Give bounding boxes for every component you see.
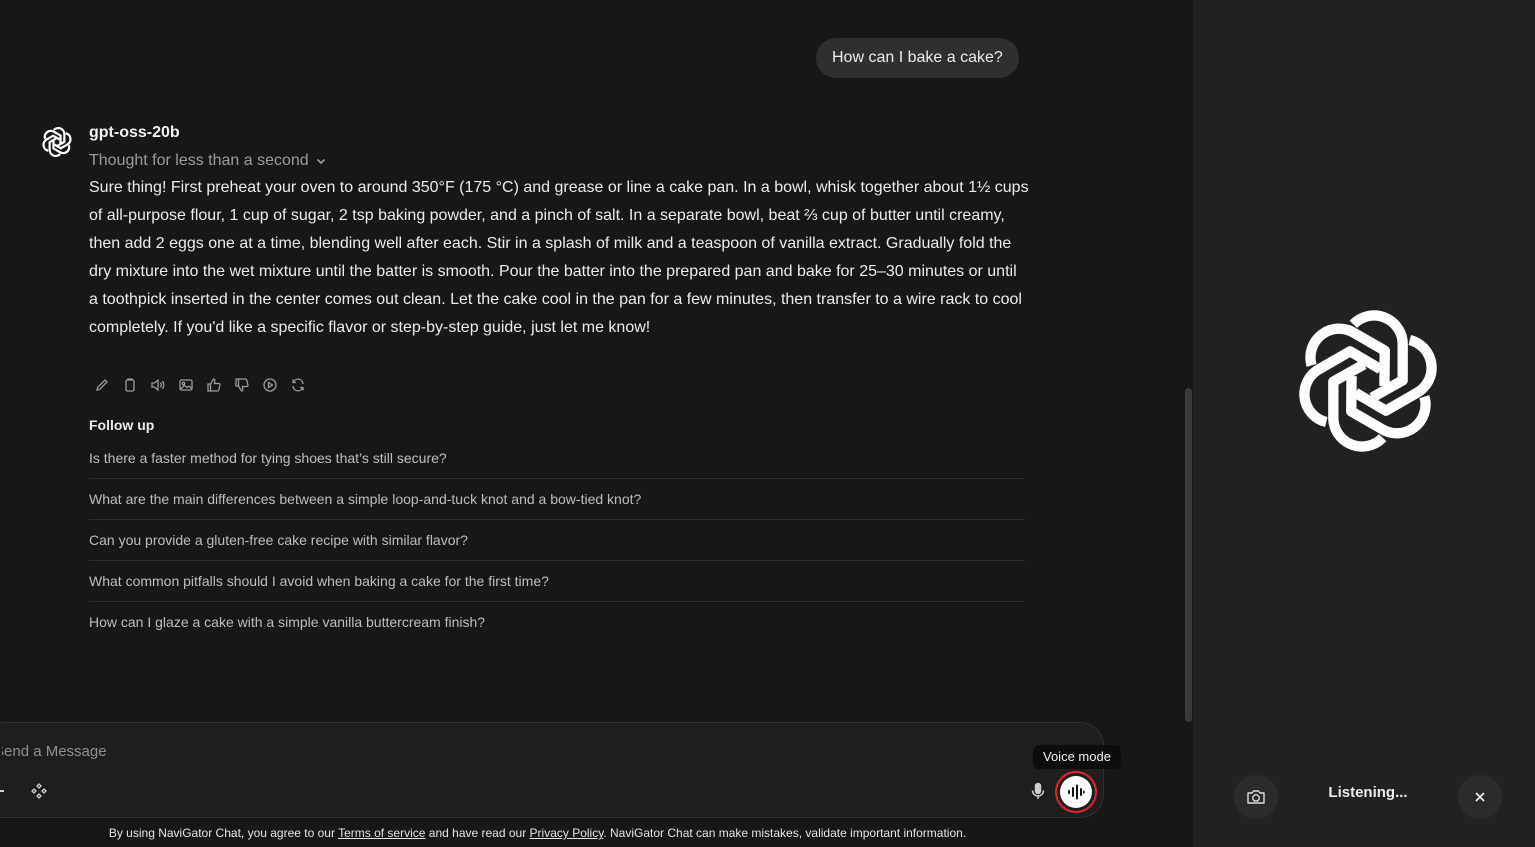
tools-icon[interactable] xyxy=(30,782,48,800)
thumbs-up-icon[interactable] xyxy=(205,376,223,394)
continue-icon[interactable] xyxy=(261,376,279,394)
assistant-response: Sure thing! First preheat your oven to a… xyxy=(89,179,1029,336)
copy-icon[interactable] xyxy=(121,376,139,394)
camera-icon xyxy=(1247,790,1265,804)
image-icon[interactable] xyxy=(177,376,195,394)
add-attachment-icon[interactable] xyxy=(0,790,4,792)
follow-up-title: Follow up xyxy=(89,417,155,433)
follow-up-item[interactable]: Is there a faster method for tying shoes… xyxy=(89,438,1025,479)
thumbs-down-icon[interactable] xyxy=(233,376,251,394)
microphone-icon[interactable] xyxy=(1028,781,1048,801)
openai-logo-large-icon xyxy=(1299,310,1437,452)
voice-status: Listening... xyxy=(1328,784,1408,801)
thought-toggle[interactable]: Thought for less than a second xyxy=(89,150,327,172)
footer-text: . NaviGator Chat can make mistakes, vali… xyxy=(603,826,967,840)
voice-mode-button[interactable] xyxy=(1055,771,1097,813)
thought-label: Thought for less than a second xyxy=(89,152,309,169)
app-root: How can I bake a cake? gpt-oss-20b Thoug… xyxy=(0,0,1535,847)
edit-icon[interactable] xyxy=(93,376,111,394)
message-actions xyxy=(93,376,307,394)
scrollbar-thumb[interactable] xyxy=(1185,388,1192,722)
follow-up-item[interactable]: Can you provide a gluten-free cake recip… xyxy=(89,520,1025,561)
follow-up-item[interactable]: How can I glaze a cake with a simple van… xyxy=(89,602,1025,643)
message-composer xyxy=(0,722,1104,818)
message-input[interactable] xyxy=(0,740,600,762)
camera-button[interactable] xyxy=(1234,775,1278,819)
follow-up-list: Is there a faster method for tying shoes… xyxy=(89,438,1025,643)
read-aloud-icon[interactable] xyxy=(149,376,167,394)
openai-logo-icon xyxy=(42,126,72,158)
close-icon xyxy=(1475,792,1485,802)
model-name: gpt-oss-20b xyxy=(89,124,180,141)
close-voice-button[interactable] xyxy=(1458,775,1502,819)
voice-waveform-icon xyxy=(1060,776,1092,808)
footer-text: By using NaviGator Chat, you agree to ou… xyxy=(108,826,339,840)
terms-link[interactable]: Terms of service xyxy=(338,826,425,840)
chevron-down-icon xyxy=(316,158,325,165)
footer-text: and have read our xyxy=(425,826,530,840)
voice-mode-tooltip: Voice mode xyxy=(1033,745,1121,769)
follow-up-item[interactable]: What are the main differences between a … xyxy=(89,479,1025,520)
user-message-bubble: How can I bake a cake? xyxy=(816,38,1019,78)
regenerate-icon[interactable] xyxy=(289,376,307,394)
privacy-link[interactable]: Privacy Policy xyxy=(530,826,604,840)
chat-area: How can I bake a cake? gpt-oss-20b Thoug… xyxy=(0,0,1193,847)
footer-disclaimer: By using NaviGator Chat, you agree to ou… xyxy=(0,826,1075,840)
follow-up-item[interactable]: What common pitfalls should I avoid when… xyxy=(89,561,1025,602)
